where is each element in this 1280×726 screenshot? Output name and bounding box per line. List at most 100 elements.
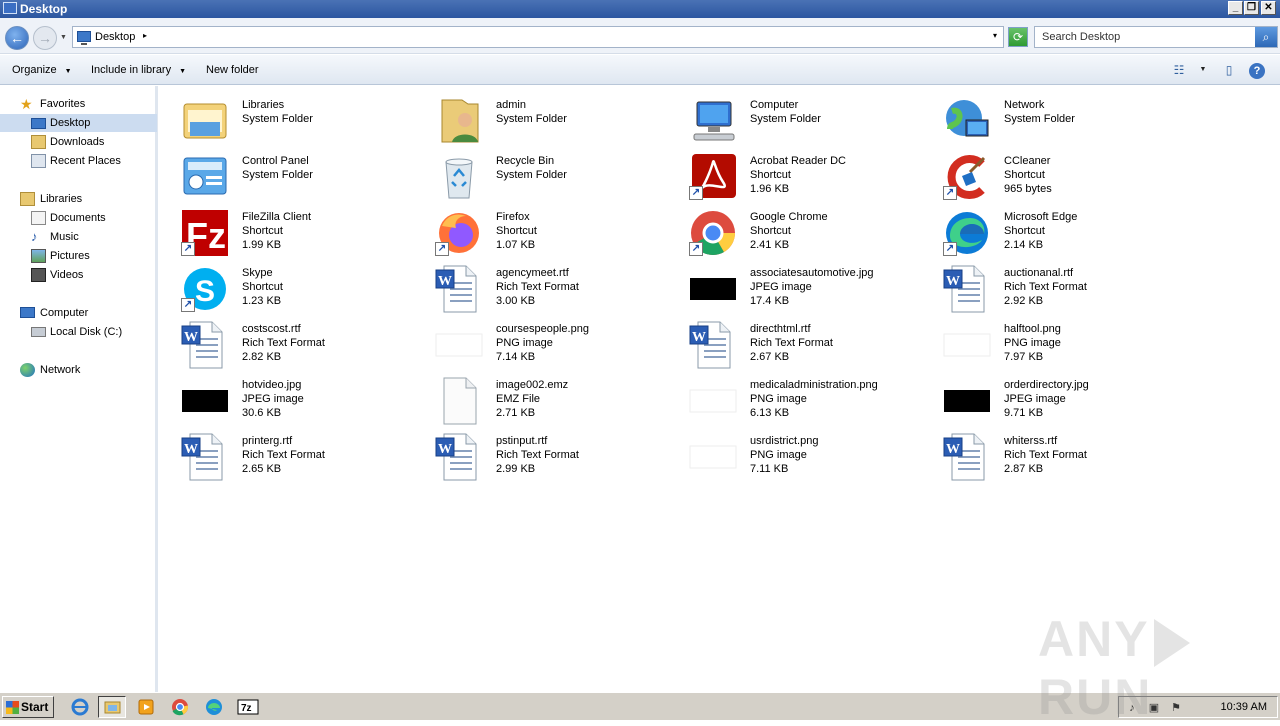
nav-item-documents[interactable]: Documents (0, 209, 155, 227)
address-box[interactable]: Desktop ▸ ▾ (72, 26, 1004, 48)
file-name: Firefox (496, 211, 530, 223)
file-item[interactable]: Wprinterg.rtf Rich Text Format 2.65 KB (174, 430, 424, 484)
file-size: 1.99 KB (242, 239, 282, 251)
new-folder-button[interactable]: New folder (206, 64, 259, 76)
recent-pages-dropdown[interactable]: ▼ (60, 34, 68, 41)
file-item[interactable]: ↗ Acrobat Reader DC Shortcut 1.96 KB (682, 150, 932, 204)
file-item[interactable]: medicaladministration.png PNG image 6.13 K… (682, 374, 932, 428)
close-button[interactable]: ✕ (1261, 1, 1276, 15)
wordpad-doc-icon: W (180, 320, 230, 370)
include-in-library-button[interactable]: Include in library ▼ (91, 64, 186, 76)
file-item[interactable]: image002.emz EMZ File 2.71 KB (428, 374, 678, 428)
file-size: 2.82 KB (242, 351, 282, 363)
file-name: coursespeople.png (496, 323, 589, 335)
file-item[interactable]: orderdirectory.jpg JPEG image 9.71 KB (936, 374, 1186, 428)
help-icon[interactable]: ? (1249, 63, 1265, 79)
file-name: image002.emz (496, 379, 569, 391)
libraries-icon (180, 96, 230, 146)
file-item[interactable]: ↗ Microsoft Edge Shortcut 2.14 KB (936, 206, 1186, 260)
file-item[interactable]: Recycle Bin System Folder (428, 150, 678, 204)
file-item[interactable]: S ↗ Skype Shortcut 1.23 KB (174, 262, 424, 316)
taskbar-edge[interactable] (200, 696, 228, 718)
file-type: System Folder (496, 113, 567, 125)
command-toolbar: Organize ▼ Include in library ▼ New folder… (0, 55, 1280, 85)
nav-item-label: Desktop (50, 117, 91, 129)
videos-icon (31, 268, 46, 282)
nav-network[interactable]: Network (0, 361, 155, 379)
preview-pane-icon[interactable]: ▯ (1220, 62, 1238, 78)
start-button[interactable]: Start (2, 696, 54, 718)
file-item[interactable]: admin System Folder (428, 94, 678, 148)
taskbar-internet-explorer[interactable] (66, 696, 94, 718)
file-name: medicaladministration.png (750, 379, 878, 391)
file-item[interactable]: Computer System Folder (682, 94, 932, 148)
file-item[interactable]: halftool.png PNG image 7.97 KB (936, 318, 1186, 372)
breadcrumb-chevron-icon[interactable]: ▸ (143, 31, 147, 40)
refresh-button[interactable]: ⟳ (1008, 27, 1028, 47)
file-size: 2.65 KB (242, 463, 282, 475)
nav-favorites[interactable]: ★ Favorites (0, 95, 155, 113)
file-item[interactable]: Fz ↗ FileZilla Client Shortcut 1.99 KB (174, 206, 424, 260)
nav-item-downloads[interactable]: Downloads (0, 133, 155, 151)
taskbar-media-player[interactable] (132, 696, 160, 718)
nav-item-local-disk[interactable]: Local Disk (C:) (0, 323, 155, 341)
svg-text:W: W (692, 330, 706, 345)
file-type: PNG image (496, 337, 553, 349)
file-text: directhtml.rtf Rich Text Format 2.67 KB (750, 322, 833, 364)
address-path[interactable]: Desktop (95, 31, 135, 43)
nav-item-music[interactable]: ♪ Music (0, 228, 155, 246)
file-item[interactable]: hotvideo.jpg JPEG image 30.6 KB (174, 374, 424, 428)
firefox-icon: ↗ (434, 208, 484, 258)
taskbar-7zip[interactable]: 7z (234, 696, 262, 718)
forward-button[interactable]: → (33, 26, 57, 50)
file-name: Recycle Bin (496, 155, 555, 167)
music-icon: ♪ (31, 229, 38, 244)
file-text: Acrobat Reader DC Shortcut 1.96 KB (750, 154, 846, 196)
file-item[interactable]: Network System Folder (936, 94, 1186, 148)
libraries-icon (20, 192, 35, 206)
file-item[interactable]: usrdistrict.png PNG image 7.11 KB (682, 430, 932, 484)
documents-icon (31, 211, 46, 225)
file-item[interactable]: Control Panel System Folder (174, 150, 424, 204)
file-item[interactable]: ↗ Firefox Shortcut 1.07 KB (428, 206, 678, 260)
shortcut-arrow-icon: ↗ (689, 242, 703, 256)
file-type: Shortcut (750, 169, 791, 181)
file-item[interactable]: coursespeople.png PNG image 7.14 KB (428, 318, 678, 372)
nav-item-recent-places[interactable]: Recent Places (0, 152, 155, 170)
file-item[interactable]: Wcostscost.rtf Rich Text Format 2.82 KB (174, 318, 424, 372)
maximize-button[interactable]: ❐ (1244, 1, 1259, 15)
file-item[interactable]: Wauctionanal.rtf Rich Text Format 2.92 KB (936, 262, 1186, 316)
file-item[interactable]: Wpstinput.rtf Rich Text Format 2.99 KB (428, 430, 678, 484)
shortcut-arrow-icon: ↗ (181, 298, 195, 312)
nav-item-desktop[interactable]: Desktop (0, 114, 157, 132)
file-text: associatesautomotive.jpg JPEG image 17.4 K… (750, 266, 874, 308)
file-item[interactable]: Libraries System Folder (174, 94, 424, 148)
address-bar-area: ← → ▼ Desktop ▸ ▾ ⟳ ⌕ (0, 18, 1280, 54)
file-item[interactable]: ↗ CCleaner Shortcut 965 bytes (936, 150, 1186, 204)
taskbar-explorer[interactable] (98, 696, 126, 718)
file-text: orderdirectory.jpg JPEG image 9.71 KB (1004, 378, 1089, 420)
organize-button[interactable]: Organize ▼ (12, 64, 72, 76)
file-item[interactable]: Wwhiterss.rtf Rich Text Format 2.87 KB (936, 430, 1186, 484)
back-button[interactable]: ← (5, 26, 29, 50)
nav-libraries[interactable]: Libraries (0, 190, 155, 208)
taskbar-chrome[interactable] (166, 696, 194, 718)
file-item[interactable]: associatesautomotive.jpg JPEG image 17.4 K… (682, 262, 932, 316)
nav-item-pictures[interactable]: Pictures (0, 247, 155, 265)
minimize-button[interactable]: _ (1228, 1, 1243, 15)
nav-item-videos[interactable]: Videos (0, 266, 155, 284)
address-dropdown-icon[interactable]: ▾ (993, 31, 997, 40)
search-icon[interactable]: ⌕ (1255, 27, 1277, 47)
nav-computer[interactable]: Computer (0, 304, 155, 322)
shortcut-arrow-icon: ↗ (943, 242, 957, 256)
file-item[interactable]: Wagencymeet.rtf Rich Text Format 3.00 KB (428, 262, 678, 316)
file-name: halftool.png (1004, 323, 1061, 335)
shortcut-arrow-icon: ↗ (181, 242, 195, 256)
include-in-library-label: Include in library (91, 64, 172, 76)
change-view-icon[interactable]: ☷ (1170, 62, 1188, 78)
search-box[interactable]: ⌕ (1034, 26, 1278, 48)
search-input[interactable] (1037, 29, 1253, 45)
file-item[interactable]: ↗ Google Chrome Shortcut 2.41 KB (682, 206, 932, 260)
view-options-caret-icon[interactable]: ▼ (1194, 62, 1212, 78)
file-item[interactable]: Wdirecthtml.rtf Rich Text Format 2.67 KB (682, 318, 932, 372)
